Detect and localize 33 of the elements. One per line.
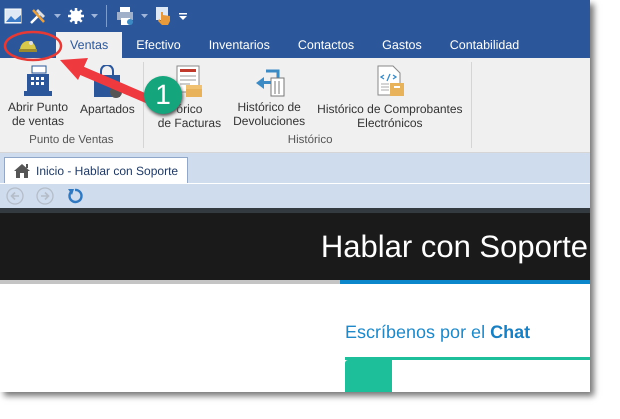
bell-icon (18, 38, 38, 52)
app-logo-icon (4, 7, 22, 25)
ribbon-tab[interactable]: Contactos (284, 32, 368, 58)
settings-icon[interactable] (67, 7, 85, 25)
hand-pointer-icon[interactable] (154, 6, 172, 26)
ribbon-tab[interactable]: Gastos (368, 32, 436, 58)
page-title: Hablar con Soporte (320, 228, 588, 264)
ribbon-tab[interactable]: Ventas (56, 32, 122, 58)
tools-icon[interactable] (28, 6, 48, 26)
dropdown-caret-icon[interactable] (91, 14, 98, 18)
ribbon-button[interactable]: Histórico de Devoluciones (229, 62, 310, 134)
back-icon (6, 187, 24, 205)
document-tab[interactable]: Inicio - Hablar con Soporte (4, 157, 188, 183)
ribbon-tab[interactable]: Inventarios (194, 32, 284, 58)
group-label: Punto de Ventas (28, 134, 115, 148)
highlight-circle (4, 30, 62, 62)
home-icon (13, 162, 31, 178)
printer-icon[interactable] (115, 6, 135, 26)
dropdown-caret-icon[interactable] (54, 14, 61, 18)
dropdown-caret-icon[interactable] (141, 14, 148, 18)
ribbon-button[interactable]: Abrir Punto de ventas (4, 62, 72, 134)
group-label: Histórico (286, 134, 334, 148)
forward-icon (36, 187, 54, 205)
refresh-icon (66, 187, 84, 205)
chat-heading: Escríbenos por el Chat (345, 322, 532, 343)
code-document-icon (374, 65, 405, 99)
ribbon-button[interactable]: Histórico de Comprobantes Electrónicos (313, 62, 467, 134)
customize-menu-icon[interactable] (178, 11, 188, 21)
cash-register-icon (23, 65, 54, 97)
ribbon-tab[interactable]: Contabilidad (436, 32, 534, 58)
refresh-button[interactable] (66, 187, 84, 205)
ribbon-tab[interactable]: Efectivo (122, 32, 195, 58)
invoice-box-icon (174, 65, 204, 99)
